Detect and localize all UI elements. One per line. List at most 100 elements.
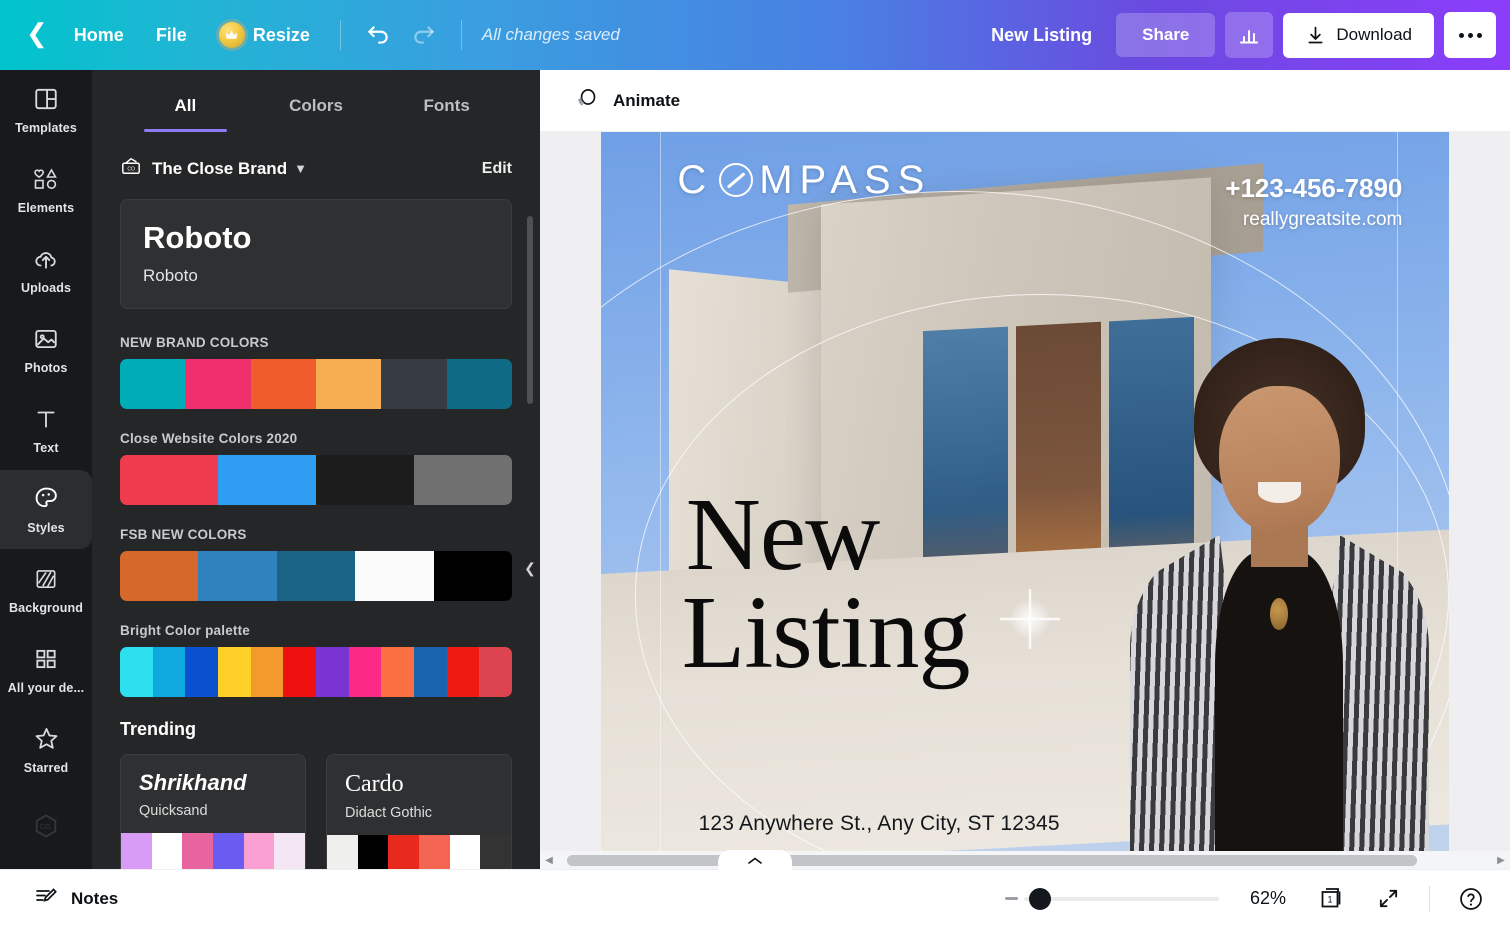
sidebar-item-elements[interactable]: Elements — [0, 150, 92, 230]
design-logo[interactable]: C MPASS — [677, 158, 931, 203]
design-address[interactable]: 123 Anywhere St., Any City, ST 12345 — [699, 812, 1060, 836]
color-swatch[interactable] — [414, 646, 447, 697]
design-canvas[interactable]: C MPASS +123-456-7890 reallygreatsite.co… — [601, 132, 1449, 869]
notes-button[interactable]: Notes — [22, 876, 130, 921]
home-menu-button[interactable]: Home — [58, 16, 140, 55]
zoom-slider-track[interactable] — [1024, 887, 1219, 910]
panel-collapse-button[interactable]: ❮ — [519, 525, 540, 611]
palette-swatches[interactable] — [120, 550, 512, 601]
color-swatch[interactable] — [381, 358, 447, 409]
color-swatch[interactable] — [121, 832, 152, 869]
palette-swatches[interactable] — [120, 454, 512, 505]
fullscreen-button[interactable] — [1369, 880, 1407, 918]
design-title[interactable]: New Listing — [977, 16, 1106, 55]
color-swatch[interactable] — [276, 550, 356, 601]
brand-font-card[interactable]: Roboto Roboto — [120, 199, 512, 309]
color-swatch[interactable] — [185, 358, 251, 409]
tab-colors[interactable]: Colors — [251, 96, 382, 132]
sidebar-item-styles[interactable]: Styles — [0, 469, 92, 550]
color-swatch[interactable] — [250, 646, 284, 697]
help-button[interactable] — [1452, 880, 1490, 918]
sidebar-item-all-your-designs[interactable]: All your de... — [0, 629, 92, 709]
palette-swatches[interactable] — [120, 358, 512, 409]
redo-button[interactable] — [401, 13, 447, 57]
color-swatch[interactable] — [218, 646, 251, 697]
scrollbar-track[interactable] — [558, 854, 1492, 866]
color-swatch[interactable] — [419, 835, 450, 869]
palette-swatches[interactable] — [120, 646, 512, 697]
color-swatch[interactable] — [283, 646, 317, 697]
file-menu-button[interactable]: File — [140, 16, 203, 55]
canvas-area: Animate C MPASS +123-456-7890 reallygrea… — [540, 70, 1510, 869]
canvas-horizontal-scrollbar[interactable]: ◀ ▶ — [540, 851, 1510, 869]
back-button[interactable]: ❮ — [22, 16, 58, 54]
sidebar-item-templates[interactable]: Templates — [0, 70, 92, 150]
zoom-slider[interactable] — [1005, 887, 1219, 910]
design-headline[interactable]: New Listing — [682, 482, 971, 684]
color-swatch[interactable] — [446, 646, 480, 697]
expand-panel-button[interactable] — [718, 850, 792, 871]
share-button[interactable]: Share — [1116, 13, 1216, 57]
zoom-percentage[interactable]: 62% — [1241, 888, 1295, 909]
download-button[interactable]: Download — [1283, 12, 1434, 58]
color-swatch[interactable] — [243, 832, 275, 869]
undo-button[interactable] — [355, 13, 401, 57]
color-swatch[interactable] — [480, 835, 511, 869]
color-swatch[interactable] — [120, 454, 218, 505]
sidebar-item-uploads[interactable]: Uploads — [0, 230, 92, 310]
trending-card-swatches[interactable] — [327, 835, 511, 869]
tab-fonts[interactable]: Fonts — [381, 96, 512, 132]
trending-card-shrikhand[interactable]: Shrikhand Quicksand — [120, 753, 306, 869]
color-swatch[interactable] — [152, 646, 186, 697]
color-swatch[interactable] — [151, 832, 183, 869]
color-swatch[interactable] — [446, 358, 512, 409]
color-swatch[interactable] — [348, 646, 382, 697]
color-swatch[interactable] — [316, 454, 414, 505]
zoom-slider-knob[interactable] — [1028, 887, 1051, 910]
color-swatch[interactable] — [182, 832, 214, 869]
bottom-divider — [1429, 885, 1430, 912]
brand-edit-button[interactable]: Edit — [482, 160, 512, 178]
sidebar-item-text[interactable]: Text — [0, 390, 92, 470]
color-swatch[interactable] — [250, 358, 316, 409]
color-swatch[interactable] — [414, 454, 512, 505]
scrollbar-thumb[interactable] — [567, 854, 1418, 866]
color-swatch[interactable] — [198, 550, 277, 601]
sidebar-item-starred[interactable]: Starred — [0, 709, 92, 789]
color-swatch[interactable] — [315, 358, 382, 409]
sidebar-item-brand-hub[interactable]: CO. — [0, 789, 92, 869]
sidebar-item-photos[interactable]: Photos — [0, 310, 92, 390]
more-options-button[interactable] — [1444, 12, 1496, 58]
color-swatch[interactable] — [218, 454, 316, 505]
color-swatch[interactable] — [120, 550, 199, 601]
color-swatch[interactable] — [433, 550, 512, 601]
color-swatch[interactable] — [355, 550, 434, 601]
color-swatch[interactable] — [120, 646, 153, 697]
resize-button[interactable]: Resize — [203, 13, 326, 57]
pages-icon[interactable]: 1 — [1317, 884, 1347, 914]
scroll-right-arrow-icon[interactable]: ▶ — [1492, 855, 1510, 866]
color-swatch[interactable] — [381, 646, 415, 697]
color-swatch[interactable] — [185, 646, 219, 697]
color-swatch[interactable] — [327, 835, 358, 869]
design-contact-block[interactable]: +123-456-7890 reallygreatsite.com — [1225, 173, 1402, 231]
tab-all[interactable]: All — [120, 96, 251, 132]
color-swatch[interactable] — [316, 646, 349, 697]
color-swatch[interactable] — [274, 832, 305, 869]
zoom-out-icon[interactable] — [1005, 897, 1018, 900]
trending-card-swatches[interactable] — [121, 832, 305, 869]
panel-scrollbar[interactable] — [527, 216, 533, 404]
color-swatch[interactable] — [357, 835, 389, 869]
color-swatch[interactable] — [120, 358, 186, 409]
brand-name[interactable]: The Close Brand — [152, 159, 287, 179]
color-swatch[interactable] — [449, 835, 481, 869]
color-swatch[interactable] — [213, 832, 244, 869]
animate-button[interactable]: Animate — [562, 78, 692, 124]
color-swatch[interactable] — [479, 646, 512, 697]
chevron-down-icon[interactable]: ▼ — [294, 161, 307, 176]
color-swatch[interactable] — [388, 835, 420, 869]
trending-card-cardo[interactable]: Cardo Didact Gothic — [326, 753, 512, 869]
insights-button[interactable] — [1225, 12, 1274, 58]
sidebar-item-background[interactable]: Background — [0, 549, 92, 629]
scroll-left-arrow-icon[interactable]: ◀ — [540, 855, 558, 866]
